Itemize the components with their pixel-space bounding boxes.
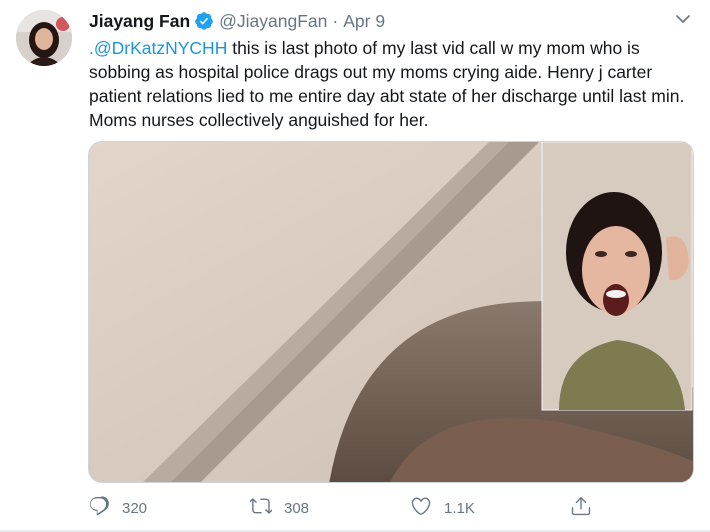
author-handle[interactable]: @JiayangFan: [219, 11, 327, 32]
tweet-text: .@DrKatzNYCHH this is last photo of my l…: [89, 36, 689, 132]
tweet-header: Jiayang Fan @JiayangFan · Apr 9: [89, 9, 385, 33]
like-button[interactable]: 1.1K: [410, 496, 475, 520]
header-separator: ·: [332, 10, 339, 31]
tweet: Jiayang Fan @JiayangFan · Apr 9 .@DrKatz…: [0, 0, 710, 532]
reply-count: 320: [122, 499, 148, 517]
chevron-down-icon[interactable]: [674, 10, 692, 28]
mention-link[interactable]: .@DrKatzNYCHH: [89, 38, 227, 58]
tweet-actions: 320 308 1.1K: [88, 496, 648, 520]
reply-icon: [88, 495, 110, 521]
retweet-icon: [248, 495, 273, 521]
avatar[interactable]: [16, 10, 72, 66]
tweet-date[interactable]: Apr 9: [343, 11, 385, 32]
reply-button[interactable]: 320: [88, 496, 147, 520]
tweet-photo[interactable]: [88, 141, 694, 483]
share-icon: [570, 495, 592, 521]
retweet-button[interactable]: 308: [248, 495, 310, 521]
author-name[interactable]: Jiayang Fan: [89, 11, 190, 32]
share-button[interactable]: [570, 496, 592, 520]
heart-icon: [410, 495, 432, 521]
like-count: 1.1K: [444, 499, 475, 517]
verified-badge-icon: [194, 11, 214, 31]
retweet-count: 308: [284, 499, 310, 517]
